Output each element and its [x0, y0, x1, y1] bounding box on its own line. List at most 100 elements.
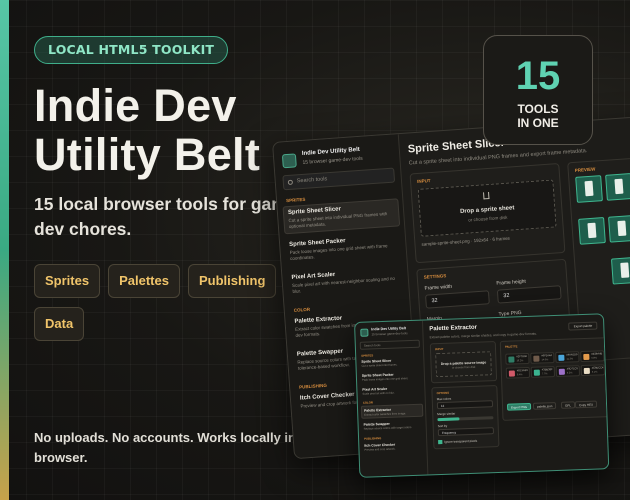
- frame-tile[interactable]: [610, 256, 630, 285]
- swatch-ratio: 11.3%: [566, 357, 574, 361]
- tool-count-badge: 15 TOOLS IN ONE: [483, 35, 593, 145]
- sidebar-item-sprite-sheet-slicer[interactable]: Sprite Sheet Slicer Cut a sprite sheet i…: [359, 356, 421, 369]
- loaded-file-info: sample-sprite-sheet.png · 192x64 · 6 fra…: [421, 235, 511, 247]
- sidebar-item-palette-extractor[interactable]: Palette Extractor Extract color swatches…: [360, 403, 424, 420]
- swatch-hex: #4AA5D9: [566, 353, 578, 357]
- palette-swatch[interactable]: #3BB38F 7.7%: [530, 366, 556, 378]
- swatch-color: [558, 368, 565, 375]
- sidebar-item-sprite-sheet-packer[interactable]: Sprite Sheet Packer Pack loose images in…: [285, 231, 403, 265]
- frame-tile[interactable]: [578, 217, 606, 245]
- sidebar-item-palette-swapper[interactable]: Palette Swapper Replace source colors wi…: [361, 419, 423, 432]
- swatch-hex: #E39A4B: [591, 352, 603, 356]
- badge-line-1: TOOLS: [517, 102, 559, 116]
- swatch-ratio: 7.7%: [541, 372, 548, 376]
- swatch-grid: #2F7D66 18.2% #6F5A4A 14.6% #4AA5D9 11.3% #E39…: [501, 338, 606, 379]
- swatch-ratio: 6.2%: [566, 371, 573, 375]
- swatch-color: [583, 367, 590, 375]
- sort-by-select[interactable]: Frequency: [437, 427, 495, 437]
- swatch-color: [558, 354, 565, 361]
- app-logo-icon: [360, 328, 369, 337]
- palette-json-button[interactable]: palette.json: [532, 401, 557, 410]
- sidebar-item-desc: Scale pixel art with no blur.: [362, 391, 395, 396]
- tool-description: Extract palette colors, merge similar sh…: [429, 331, 537, 340]
- sidebar-item-sprite-sheet-slicer[interactable]: Sprite Sheet Slicer Cut a sprite sheet i…: [282, 198, 401, 235]
- sidebar-item-pixel-art-scaler[interactable]: Pixel Art Scaler Scale pixel art with ne…: [287, 264, 405, 298]
- input-panel-label: INPUT: [434, 346, 444, 352]
- group-label-publishing: PUBLISHING: [364, 436, 382, 441]
- tool-sidebar: Indie Dev Utility Belt 15 browser game-d…: [355, 320, 429, 477]
- badge-number: 15: [515, 54, 561, 98]
- merge-similar-label: Merge similar: [437, 411, 456, 417]
- copy-hex-button[interactable]: Copy HEX: [574, 400, 598, 409]
- toolkit-pill: LOCAL HTML5 TOOLKIT: [34, 36, 229, 64]
- tag-sprites: Sprites: [34, 264, 101, 298]
- swatch-color: [533, 355, 540, 362]
- swatch-hex: #D15A69: [516, 368, 528, 373]
- sidebar-item-desc: Pack loose images into one grid sheet.: [361, 376, 409, 382]
- tool-search-input[interactable]: Search tools: [282, 167, 396, 191]
- tool-search-input[interactable]: Search tools: [359, 339, 420, 350]
- swatch-color: [533, 369, 540, 376]
- palette-dropzone[interactable]: Drop a palette source image or choose fr…: [435, 351, 492, 378]
- frame-height-label: Frame height: [496, 278, 527, 287]
- group-label-sprites: SPRITES: [285, 196, 306, 204]
- frame-tile[interactable]: [575, 175, 603, 203]
- title-line-1: Indie Dev: [34, 80, 237, 131]
- frame-width-label: Frame width: [424, 283, 453, 292]
- preview-panel-label: PREVIEW: [574, 166, 596, 173]
- settings-panel-label: SETTINGS: [423, 273, 447, 280]
- palette-app-window: Indie Dev Utility Belt 15 browser game-d…: [354, 313, 610, 478]
- accent-bar: [0, 0, 9, 500]
- swatch-hex: #2F7D66: [516, 354, 528, 359]
- frame-tile[interactable]: [605, 173, 630, 201]
- frame-height-input[interactable]: 32: [496, 285, 562, 304]
- promo-title: Indie Dev Utility Belt: [34, 80, 261, 180]
- promo-canvas: LOCAL HTML5 TOOLKIT Indie Dev Utility Be…: [0, 0, 630, 500]
- palette-swatch[interactable]: #E9DCC4 5.1%: [580, 364, 606, 377]
- max-colors-label: Max colors: [436, 396, 452, 402]
- max-colors-input[interactable]: 12: [436, 400, 494, 410]
- export-palette-button[interactable]: Export palette: [568, 321, 598, 331]
- export-png-button[interactable]: Export PNG: [506, 402, 532, 411]
- sidebar-item-desc: Extract color swatches from image.: [364, 411, 407, 417]
- sidebar-item-itch-cover-checker[interactable]: Itch Cover Checker Preview and crop artw…: [362, 440, 424, 453]
- sidebar-item-sprite-sheet-packer[interactable]: Sprite Sheet Packer Pack loose images in…: [360, 370, 422, 383]
- gpl-button[interactable]: GPL: [560, 401, 576, 409]
- group-label-color: COLOR: [293, 306, 311, 313]
- palette-swatch[interactable]: #2F7D66 18.2%: [505, 352, 530, 365]
- swatch-ratio: 8.4%: [516, 373, 523, 377]
- tag-data: Data: [34, 307, 85, 341]
- sidebar-item-pixel-art-scaler[interactable]: Pixel Art Scaler Scale pixel art with no…: [360, 384, 422, 397]
- tag-palettes: Palettes: [108, 264, 180, 298]
- swatch-color: [508, 370, 515, 377]
- palette-swatch[interactable]: #6F5A4A 14.6%: [530, 352, 555, 364]
- palette-panel: PALETTE #2F7D66 18.2% #6F5A4A 14.6% #4AA5D9 1…: [499, 337, 609, 421]
- swatch-ratio: 5.1%: [591, 370, 598, 374]
- dropzone-subtitle: or choose from disk: [451, 365, 476, 370]
- options-panel: OPTIONS Max colors 12 Merge similar Sort…: [431, 385, 500, 450]
- search-placeholder: Search tools: [296, 176, 328, 185]
- ignore-transparent-checkbox[interactable]: Ignore transparent pixels: [438, 438, 478, 445]
- swatch-ratio: 9.8%: [591, 356, 597, 360]
- swatch-color: [583, 353, 590, 361]
- sprite-dropzone[interactable]: Drop a sprite sheet or choose from disk: [417, 179, 557, 237]
- checkbox-label: Ignore transparent pixels: [444, 438, 478, 444]
- frame-width-input[interactable]: 32: [425, 290, 490, 309]
- title-line-2: Utility Belt: [34, 128, 261, 180]
- palette-swatch[interactable]: #4AA5D9 11.3%: [555, 351, 580, 363]
- upload-icon: [483, 191, 490, 200]
- sort-by-label: Sort by: [437, 423, 448, 429]
- palette-swatch[interactable]: #9D71C9 6.2%: [555, 365, 581, 377]
- frame-tile[interactable]: [608, 214, 630, 243]
- palette-panel-label: PALETTE: [504, 344, 518, 349]
- palette-swatch[interactable]: #D15A69 8.4%: [505, 366, 531, 379]
- search-icon: [287, 179, 294, 185]
- group-label-publishing: PUBLISHING: [298, 382, 328, 390]
- tool-heading: Palette Extractor: [429, 324, 478, 333]
- merge-similar-slider[interactable]: [437, 416, 494, 422]
- app-logo-icon: [281, 153, 297, 169]
- checkbox-checked-icon: [438, 439, 443, 445]
- palette-swatch[interactable]: #E39A4B 9.8%: [580, 350, 605, 363]
- promo-subtitle: 15 local browser tools for game-dev chor…: [34, 194, 303, 240]
- app-name: Indie Dev Utility Belt: [301, 146, 360, 157]
